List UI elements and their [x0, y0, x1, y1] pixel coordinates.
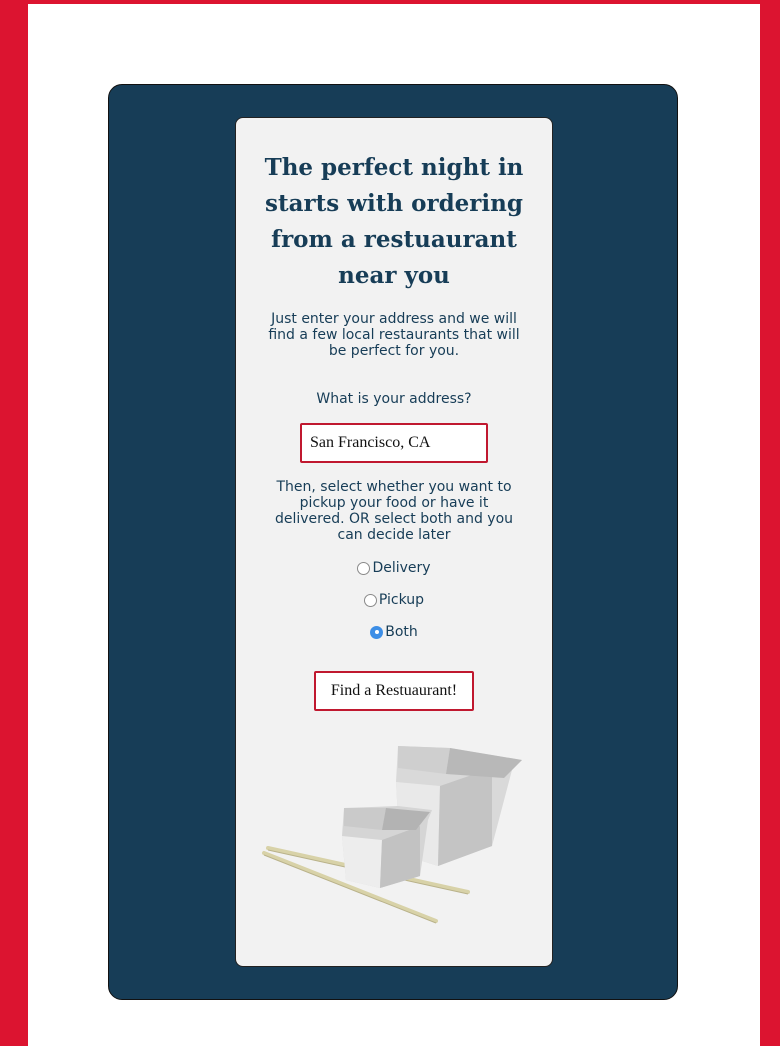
radio-label-pickup: Pickup	[378, 592, 425, 608]
radio-label-both: Both	[385, 624, 418, 640]
order-card: The perfect night in starts with orderin…	[235, 117, 553, 967]
takeout-boxes-chopsticks-icon	[262, 746, 522, 924]
address-label: What is your address?	[316, 391, 472, 407]
order-type-instructions: Then, select whether you want to pickup …	[274, 479, 514, 543]
radio-label-delivery: Delivery	[372, 560, 431, 576]
intro-text: Just enter your address and we will find…	[268, 311, 520, 359]
address-input[interactable]	[300, 423, 488, 463]
radio-option-pickup[interactable]: Pickup	[236, 590, 552, 610]
radio-option-delivery[interactable]: Delivery	[236, 558, 552, 578]
takeout-boxes-image	[260, 738, 530, 938]
find-restaurant-button[interactable]: Find a Restuaurant!	[314, 671, 474, 711]
radio-both[interactable]	[370, 625, 384, 639]
radio-pickup[interactable]	[363, 593, 377, 607]
hero-panel: The perfect night in starts with orderin…	[108, 84, 678, 1000]
page-title: The perfect night in starts with orderin…	[264, 154, 524, 289]
radio-delivery[interactable]	[357, 561, 371, 575]
radio-option-both[interactable]: Both	[236, 622, 552, 642]
page: The perfect night in starts with orderin…	[28, 4, 760, 1046]
